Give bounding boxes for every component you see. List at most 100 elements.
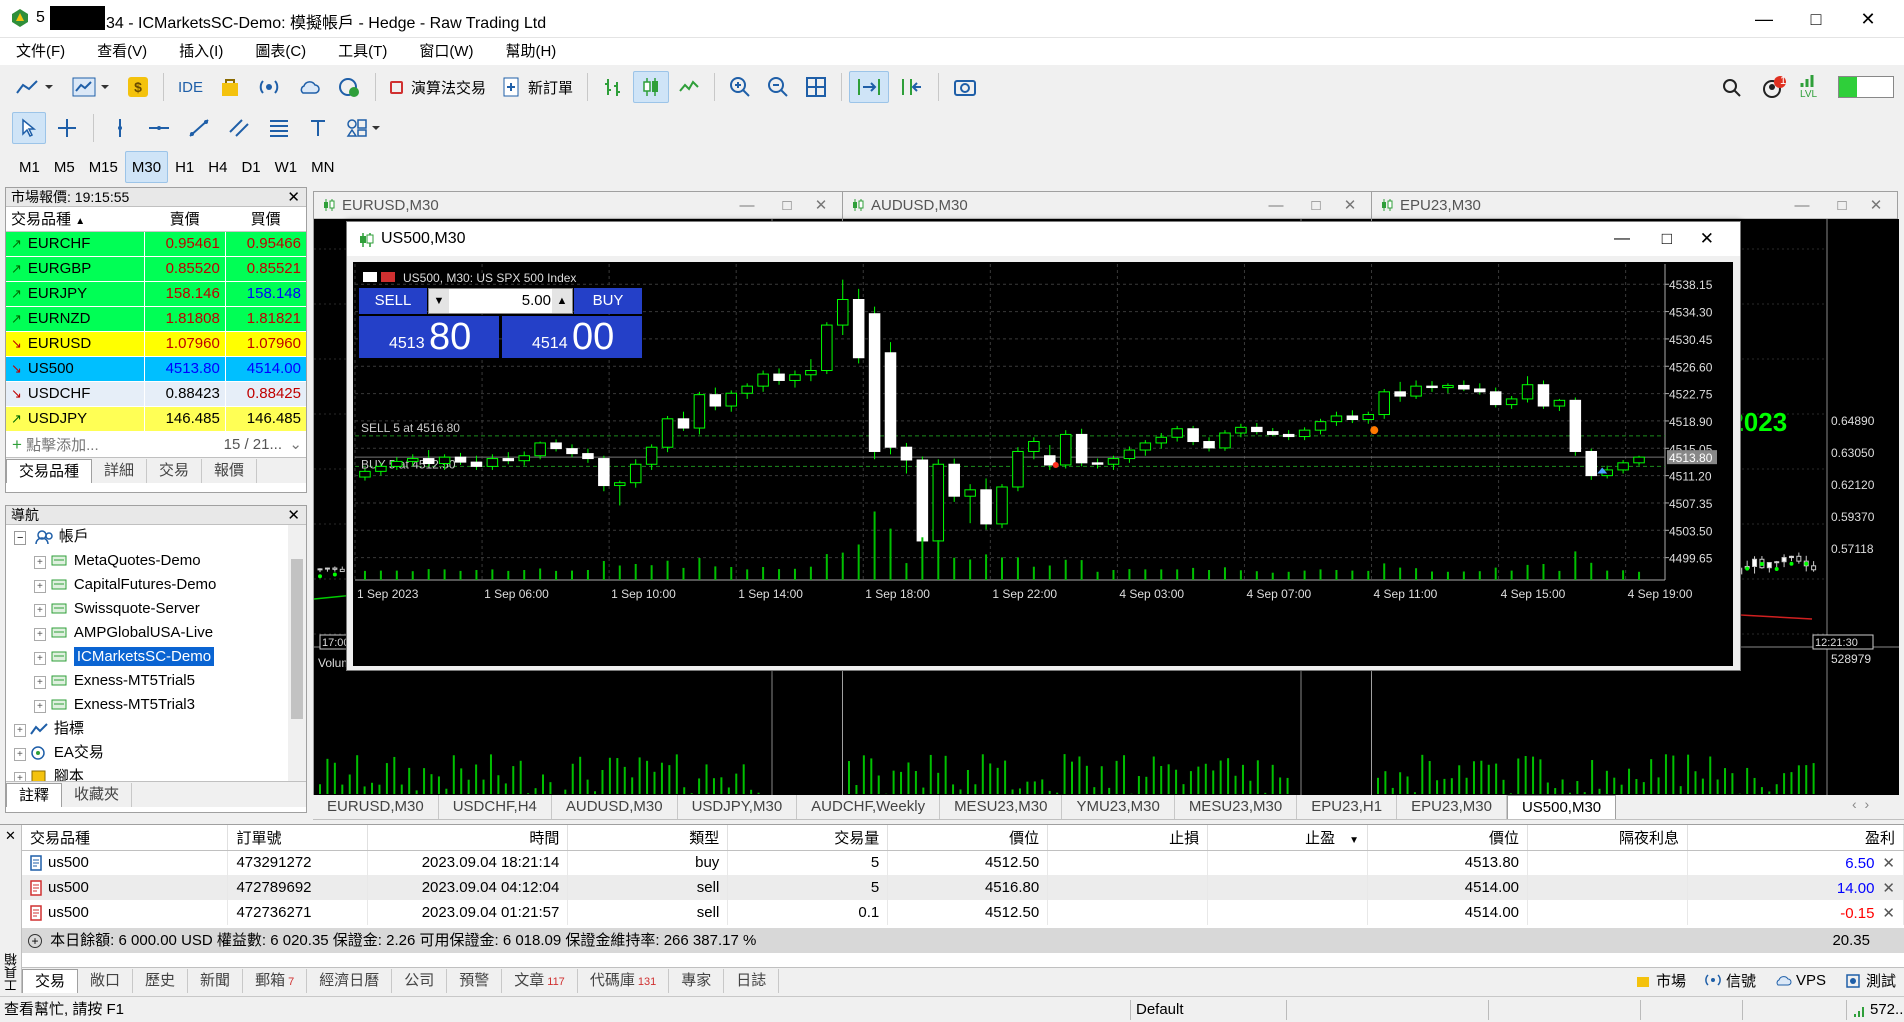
market-watch-row[interactable]: ↗ EURNZD 1.81808 1.81821: [6, 306, 306, 332]
trade-row[interactable]: us500 473291272 2023.09.04 18:21:14 buy 5 451…: [22, 850, 1904, 875]
channel-icon[interactable]: [221, 112, 257, 144]
symbol-tab-4[interactable]: AUDCHF,Weekly: [797, 795, 941, 819]
signals-icon[interactable]: [250, 71, 288, 103]
symbol-tab-1[interactable]: USDCHF,H4: [439, 795, 552, 819]
trade-header-8[interactable]: 價位: [1367, 825, 1529, 851]
screenshot-icon[interactable]: [946, 71, 984, 103]
expand-icon[interactable]: +: [34, 628, 46, 641]
toolbox-tab-0[interactable]: 交易: [22, 968, 79, 993]
symbol-tab-10[interactable]: US500,M30: [1506, 795, 1617, 819]
nav-account-item[interactable]: + MetaQuotes-Demo: [6, 549, 306, 573]
horizontal-line-icon[interactable]: [141, 112, 177, 144]
tile-windows-icon[interactable]: [798, 71, 834, 103]
toolbox-tab-11[interactable]: 日誌: [724, 968, 780, 993]
auto-scroll-icon[interactable]: [849, 71, 890, 103]
chart-shift-icon[interactable]: [891, 71, 931, 103]
toolbox-tab-8[interactable]: 文章 117: [502, 968, 578, 993]
text-tool-icon[interactable]: [301, 112, 335, 144]
zoom-in-icon[interactable]: [722, 71, 758, 103]
fibonacci-icon[interactable]: [261, 112, 297, 144]
market-watch-close-icon[interactable]: ✕: [287, 188, 300, 206]
nav-accounts-node[interactable]: − 帳戶: [6, 525, 306, 549]
trade-header-7[interactable]: 止盈 ▼: [1207, 825, 1369, 851]
timeframe-h1[interactable]: H1: [168, 151, 201, 183]
toolbox-link-1[interactable]: 信號: [1704, 970, 1756, 991]
us500-close-icon[interactable]: ✕: [1700, 222, 1714, 256]
symbol-tab-9[interactable]: EPU23,M30: [1397, 795, 1507, 819]
audusd-max-icon[interactable]: □: [1301, 192, 1331, 219]
shapes-icon[interactable]: [339, 112, 389, 144]
maximize-button[interactable]: □: [1790, 0, 1842, 38]
volume-increase-icon[interactable]: ▲: [552, 289, 572, 313]
mw-scroll-down-icon[interactable]: ⌄: [289, 432, 302, 457]
cursor-icon[interactable]: [12, 112, 46, 144]
navigator-scroll-thumb[interactable]: [291, 559, 303, 719]
status-profile[interactable]: Default: [1136, 997, 1184, 1022]
mw-tab-0[interactable]: 交易品種: [6, 458, 93, 483]
market-bag-icon[interactable]: [212, 71, 248, 103]
mw-header-bid[interactable]: 賣價: [144, 207, 226, 232]
timeframe-d1[interactable]: D1: [234, 151, 267, 183]
trade-header-0[interactable]: 交易品種: [22, 825, 229, 851]
us500-min-icon[interactable]: —: [1614, 222, 1630, 256]
nav-account-item[interactable]: + Exness-MT5Trial5: [6, 669, 306, 693]
expand-icon[interactable]: +: [34, 604, 46, 617]
crosshair-icon[interactable]: [50, 112, 84, 144]
ide-button[interactable]: IDE: [171, 71, 210, 103]
toolbox-link-3[interactable]: 測試: [1844, 970, 1896, 991]
account-notification-icon[interactable]: 1: [1754, 72, 1794, 104]
toolbox-tab-10[interactable]: 專家: [669, 968, 725, 993]
close-position-icon[interactable]: ✕: [1882, 880, 1895, 897]
market-watch-row[interactable]: ↗ EURCHF 0.95461 0.95466: [6, 231, 306, 257]
mw-tab-3[interactable]: 報價: [202, 458, 258, 483]
timeframe-h4[interactable]: H4: [201, 151, 234, 183]
summary-expand-icon[interactable]: +: [28, 934, 42, 948]
audusd-min-icon[interactable]: —: [1261, 192, 1291, 219]
expand-icon[interactable]: +: [14, 748, 26, 761]
profiles-icon[interactable]: [64, 71, 118, 103]
expand-icon[interactable]: +: [34, 700, 46, 713]
vertical-line-icon[interactable]: [103, 112, 137, 144]
toolbox-tab-7[interactable]: 預警: [447, 968, 503, 993]
buy-price-button[interactable]: 4514 00: [502, 316, 642, 358]
audusd-close-icon[interactable]: ✕: [1335, 192, 1365, 219]
market-watch-row[interactable]: ↗ EURGBP 0.85520 0.85521: [6, 256, 306, 282]
menu-item-1[interactable]: 查看(V): [81, 38, 163, 65]
bar-chart-icon[interactable]: [595, 71, 631, 103]
nav-tab-0[interactable]: 註釋: [6, 783, 63, 807]
trade-header-3[interactable]: 類型: [567, 825, 729, 851]
trade-header-9[interactable]: 隔夜利息: [1527, 825, 1688, 851]
toolbox-tab-6[interactable]: 公司: [392, 968, 448, 993]
epu23-min-icon[interactable]: —: [1787, 192, 1817, 219]
volume-input[interactable]: 5.00: [451, 289, 551, 313]
symbol-tabs-nav[interactable]: ‹ ›: [1852, 796, 1869, 812]
expand-icon[interactable]: +: [34, 580, 46, 593]
timeframe-m5[interactable]: M5: [47, 151, 82, 183]
nav-account-item[interactable]: + Exness-MT5Trial3: [6, 693, 306, 717]
expand-icon[interactable]: +: [34, 676, 46, 689]
timeframe-m1[interactable]: M1: [12, 151, 47, 183]
search-icon[interactable]: [1714, 72, 1750, 104]
market-watch-row[interactable]: ↗ USDJPY 146.485 146.485: [6, 406, 306, 432]
mw-header-symbol[interactable]: 交易品種 ▲: [6, 207, 144, 232]
close-position-icon[interactable]: ✕: [1882, 855, 1895, 872]
menu-item-4[interactable]: 工具(T): [322, 38, 403, 65]
trade-row[interactable]: us500 472789692 2023.09.04 04:12:04 sell 5 45…: [22, 875, 1904, 900]
toolbox-close-icon[interactable]: ✕: [5, 828, 16, 844]
symbol-tab-3[interactable]: USDJPY,M30: [678, 795, 798, 819]
us500-chart-window[interactable]: US500,M30 — □ ✕ 4538.15 4534.30 4530.45 452…: [346, 221, 1741, 671]
eurusd-max-icon[interactable]: □: [772, 192, 802, 219]
expand-icon[interactable]: +: [34, 652, 46, 665]
market-watch-row[interactable]: ↘ EURUSD 1.07960 1.07960: [6, 331, 306, 357]
dollar-icon[interactable]: $: [120, 71, 156, 103]
trade-header-1[interactable]: 訂單號: [227, 825, 369, 851]
community-icon[interactable]: [330, 71, 368, 103]
symbol-tab-0[interactable]: EURUSD,M30: [313, 795, 439, 819]
toolbox-tab-9[interactable]: 代碼庫 131: [578, 968, 670, 993]
candlestick-icon[interactable]: [633, 71, 670, 103]
vps-cloud-icon[interactable]: [290, 71, 328, 103]
nav-account-item[interactable]: + ICMarketsSC-Demo: [6, 645, 306, 669]
new-chart-icon[interactable]: [8, 71, 62, 103]
sell-button[interactable]: SELL: [359, 288, 427, 314]
trade-header-4[interactable]: 交易量: [727, 825, 889, 851]
